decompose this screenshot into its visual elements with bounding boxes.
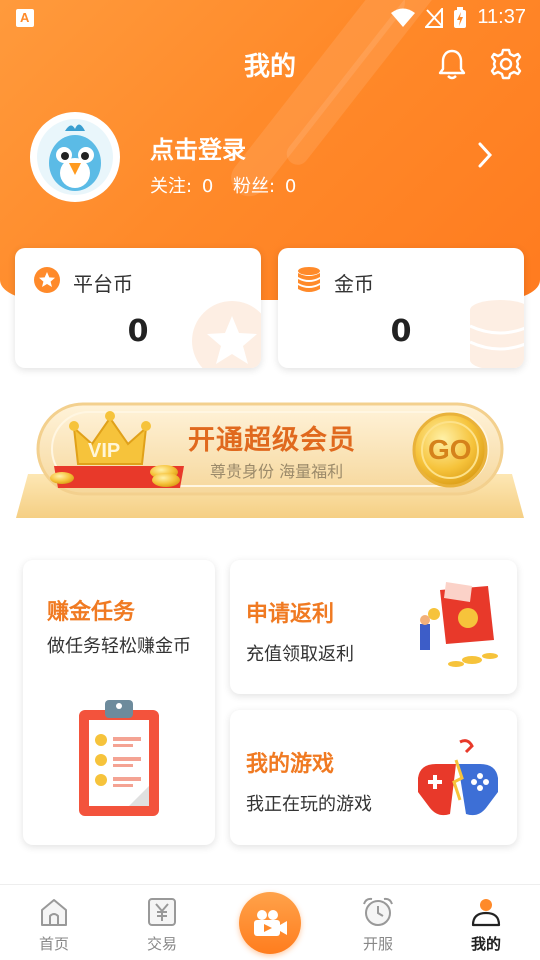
video-camera-icon: [254, 910, 287, 936]
battery-charging-icon: [454, 6, 467, 28]
chevron-right-icon: [478, 142, 493, 168]
tab-home-label: 首页: [38, 935, 69, 953]
tab-mine[interactable]: 我的: [432, 885, 540, 960]
vip-badge-text: VIP: [88, 440, 121, 462]
fans-count: 0: [284, 176, 297, 197]
avatar[interactable]: [30, 112, 120, 202]
notification-bell-button[interactable]: [432, 44, 472, 84]
my-games-card[interactable]: 我的游戏 我正在玩的游戏: [230, 710, 517, 845]
fans-label: 粉丝:: [233, 176, 276, 197]
clipboard-icon: [79, 700, 159, 816]
my-games-title: 我的游戏: [246, 752, 335, 777]
tab-mine-label: 我的: [470, 935, 501, 953]
earn-task-subtitle: 做任务轻松赚金币: [47, 636, 191, 657]
red-envelope-icon: [420, 582, 498, 667]
earn-task-title: 赚金任务: [47, 600, 136, 625]
status-bar: A 11:37: [0, 0, 540, 36]
gold-coin-label: 金币: [334, 272, 374, 296]
follow-label: 关注:: [150, 176, 193, 197]
tab-trade-label: 交易: [146, 935, 177, 953]
vip-go-button[interactable]: GO: [428, 434, 472, 466]
vip-banner-title: 开通超级会员: [188, 425, 356, 456]
wifi-icon: [391, 8, 416, 27]
home-icon: [41, 899, 67, 926]
bell-icon: [438, 49, 466, 80]
settings-button[interactable]: [486, 44, 526, 84]
follow-count: 0: [201, 176, 214, 197]
platform-coin-label: 平台币: [73, 272, 133, 296]
platform-coin-value: 0: [127, 314, 149, 349]
rebate-title: 申请返利: [246, 602, 335, 627]
coin-stack-icon: [298, 267, 320, 292]
gold-coin-value: 0: [390, 314, 412, 349]
my-games-subtitle: 我正在玩的游戏: [246, 794, 372, 815]
no-signal-icon: [425, 7, 444, 28]
gamepad-icon: [418, 739, 498, 816]
profile-chevron-button[interactable]: [476, 140, 494, 174]
center-video-button[interactable]: [239, 892, 301, 954]
vip-banner-subtitle: 尊贵身份 海量福利: [210, 462, 344, 481]
rebate-card[interactable]: 申请返利 充值领取返利: [230, 560, 517, 694]
follow-stats: 关注: 0 粉丝: 0: [150, 172, 296, 198]
login-link[interactable]: 点击登录: [150, 130, 246, 165]
rebate-subtitle: 充值领取返利: [246, 644, 354, 665]
tab-servers[interactable]: 开服: [324, 885, 432, 960]
notification-app-icon: A: [16, 9, 34, 27]
star-coin-icon: [34, 267, 60, 293]
vip-banner[interactable]: VIP 开通超级会员 尊贵身份 海量福利 GO: [14, 398, 526, 523]
alarm-clock-icon: [363, 897, 393, 926]
clock-time: 11:37: [477, 6, 526, 28]
gold-coin-card[interactable]: 金币 0: [278, 248, 524, 368]
platform-coin-card[interactable]: 平台币 0: [15, 248, 261, 368]
gear-icon: [490, 48, 522, 80]
trade-yen-icon: [148, 898, 176, 926]
bird-avatar-icon: [37, 119, 113, 195]
user-icon: [471, 899, 501, 927]
tab-home[interactable]: 首页: [0, 885, 108, 960]
earn-task-card[interactable]: 赚金任务 做任务轻松赚金币: [23, 560, 215, 845]
tab-servers-label: 开服: [362, 935, 393, 953]
tab-trade[interactable]: 交易: [108, 885, 216, 960]
